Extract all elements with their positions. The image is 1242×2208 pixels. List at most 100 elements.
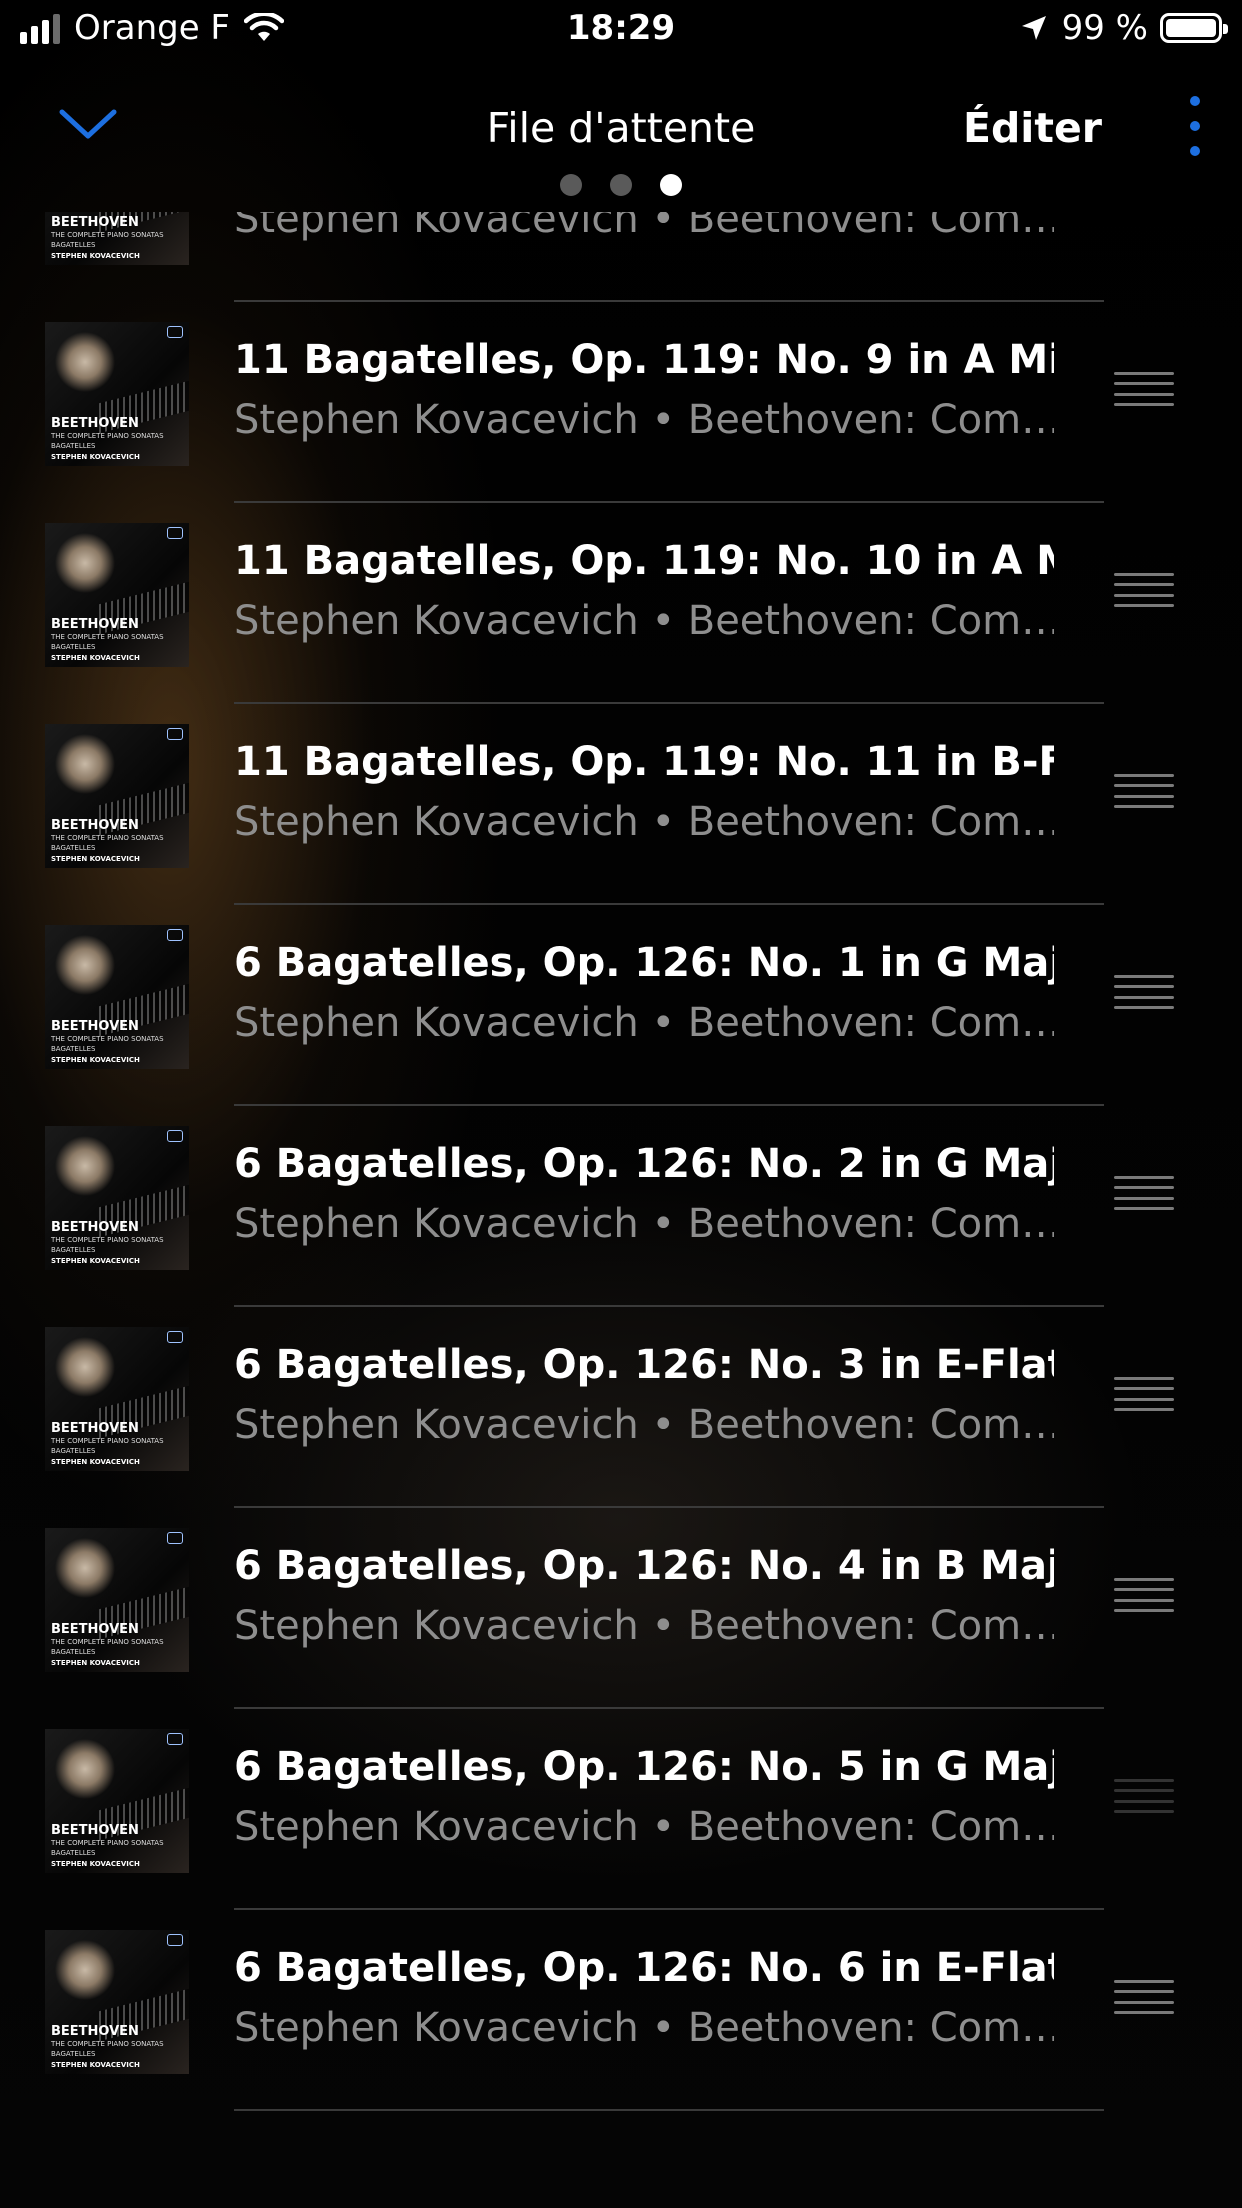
cover-subtitle-2: BAGATELLES	[51, 1849, 96, 1857]
cover-composer: BEETHOVEN	[51, 818, 139, 833]
album-cover: BEETHOVEN THE COMPLETE PIANO SONATAS BAG…	[45, 1729, 189, 1873]
queue-item[interactable]: BEETHOVEN THE COMPLETE PIANO SONATAS BAG…	[0, 1909, 1242, 2111]
queue-item[interactable]: BEETHOVEN THE COMPLETE PIANO SONATAS BAG…	[0, 1507, 1242, 1709]
queue-item[interactable]: BEETHOVEN THE COMPLETE PIANO SONATAS BAG…	[0, 904, 1242, 1106]
label-logo-icon	[167, 728, 183, 740]
cover-artist: STEPHEN KOVACEVICH	[51, 252, 140, 260]
cover-composer: BEETHOVEN	[51, 1421, 139, 1436]
drag-handle-icon[interactable]	[1114, 1980, 1174, 2014]
queue-item[interactable]: BEETHOVEN THE COMPLETE PIANO SONATAS BAG…	[0, 1708, 1242, 1910]
drag-handle-icon[interactable]	[1114, 1578, 1174, 1612]
track-subtitle: Stephen Kovacevich • Beethoven: Com…	[234, 1804, 1054, 1850]
track-subtitle: Stephen Kovacevich • Beethoven: Com…	[234, 799, 1054, 845]
track-title: 6 Bagatelles, Op. 126: No. 2 in G Major…	[234, 1141, 1054, 1187]
cover-artist: STEPHEN KOVACEVICH	[51, 654, 140, 662]
cover-subtitle: THE COMPLETE PIANO SONATAS	[51, 633, 164, 641]
album-cover: BEETHOVEN THE COMPLETE PIANO SONATAS BAG…	[45, 925, 189, 1069]
cover-subtitle-2: BAGATELLES	[51, 1447, 96, 1455]
cover-artist: STEPHEN KOVACEVICH	[51, 1458, 140, 1466]
navigation-bar: File d'attente Éditer	[0, 64, 1242, 214]
track-subtitle: Stephen Kovacevich • Beethoven: Com…	[234, 1000, 1054, 1046]
drag-handle-icon[interactable]	[1114, 1377, 1174, 1411]
cover-subtitle-2: BAGATELLES	[51, 1045, 96, 1053]
cover-subtitle: THE COMPLETE PIANO SONATAS	[51, 1839, 164, 1847]
track-subtitle: Stephen Kovacevich • Beethoven: Com…	[234, 212, 1054, 242]
queue-item[interactable]: BEETHOVEN THE COMPLETE PIANO SONATAS BAG…	[0, 1306, 1242, 1508]
cover-artist: STEPHEN KOVACEVICH	[51, 1257, 140, 1265]
more-options-icon[interactable]	[1178, 96, 1212, 156]
track-title: 11 Bagatelles, Op. 119: No. 11 in B-Fla…	[234, 739, 1054, 785]
track-subtitle: Stephen Kovacevich • Beethoven: Com…	[234, 1603, 1054, 1649]
track-subtitle: Stephen Kovacevich • Beethoven: Com…	[234, 2005, 1054, 2051]
page-dot[interactable]	[560, 174, 582, 196]
label-logo-icon	[167, 1934, 183, 1946]
drag-handle-icon[interactable]	[1114, 372, 1174, 406]
cover-subtitle-2: BAGATELLES	[51, 1648, 96, 1656]
album-cover: BEETHOVEN THE COMPLETE PIANO SONATAS BAG…	[45, 1528, 189, 1672]
queue-item[interactable]: BEETHOVEN THE COMPLETE PIANO SONATAS BAG…	[0, 1105, 1242, 1307]
page-indicator[interactable]	[0, 174, 1242, 196]
drag-handle-icon[interactable]	[1114, 1176, 1174, 1210]
battery-icon	[1160, 13, 1228, 43]
cover-composer: BEETHOVEN	[51, 215, 139, 230]
label-logo-icon	[167, 527, 183, 539]
queue-item[interactable]: BEETHOVEN THE COMPLETE PIANO SONATAS BAG…	[0, 212, 1242, 302]
label-logo-icon	[167, 1331, 183, 1343]
cover-artist: STEPHEN KOVACEVICH	[51, 1659, 140, 1667]
cover-subtitle: THE COMPLETE PIANO SONATAS	[51, 2040, 164, 2048]
track-subtitle: Stephen Kovacevich • Beethoven: Com…	[234, 598, 1054, 644]
cover-subtitle-2: BAGATELLES	[51, 241, 96, 249]
drag-handle-icon[interactable]	[1114, 573, 1174, 607]
track-subtitle: Stephen Kovacevich • Beethoven: Com…	[234, 1402, 1054, 1448]
cover-artist: STEPHEN KOVACEVICH	[51, 2061, 140, 2069]
cover-composer: BEETHOVEN	[51, 617, 139, 632]
album-cover: BEETHOVEN THE COMPLETE PIANO SONATAS BAG…	[45, 523, 189, 667]
page-dot-active[interactable]	[660, 174, 682, 196]
queue-item[interactable]: BEETHOVEN THE COMPLETE PIANO SONATAS BAG…	[0, 502, 1242, 704]
cover-artist: STEPHEN KOVACEVICH	[51, 1860, 140, 1868]
drag-handle-icon[interactable]	[1114, 1779, 1174, 1813]
drag-handle-icon[interactable]	[1114, 975, 1174, 1009]
track-subtitle: Stephen Kovacevich • Beethoven: Com…	[234, 397, 1054, 443]
cover-subtitle-2: BAGATELLES	[51, 442, 96, 450]
battery-percentage: 99 %	[1061, 8, 1148, 48]
album-cover: BEETHOVEN THE COMPLETE PIANO SONATAS BAG…	[45, 724, 189, 868]
track-subtitle: Stephen Kovacevich • Beethoven: Com…	[234, 1201, 1054, 1247]
track-title: 6 Bagatelles, Op. 126: No. 1 in G Major…	[234, 940, 1054, 986]
track-title: 11 Bagatelles, Op. 119: No. 10 in A Maj…	[234, 538, 1054, 584]
cover-subtitle: THE COMPLETE PIANO SONATAS	[51, 834, 164, 842]
drag-handle-icon[interactable]	[1114, 774, 1174, 808]
queue-item[interactable]: BEETHOVEN THE COMPLETE PIANO SONATAS BAG…	[0, 301, 1242, 503]
album-cover: BEETHOVEN THE COMPLETE PIANO SONATAS BAG…	[45, 1930, 189, 2074]
cover-composer: BEETHOVEN	[51, 1220, 139, 1235]
cover-subtitle: THE COMPLETE PIANO SONATAS	[51, 1638, 164, 1646]
cover-artist: STEPHEN KOVACEVICH	[51, 453, 140, 461]
cover-subtitle: THE COMPLETE PIANO SONATAS	[51, 1035, 164, 1043]
screen: Orange F 18:29 99 % File d'attente Édite…	[0, 0, 1242, 2208]
row-divider	[234, 2109, 1104, 2111]
cover-subtitle-2: BAGATELLES	[51, 2050, 96, 2058]
track-title: 6 Bagatelles, Op. 126: No. 4 in B Major,…	[234, 1543, 1054, 1589]
track-title: 11 Bagatelles, Op. 119: No. 9 in A Mino…	[234, 337, 1054, 383]
cover-subtitle: THE COMPLETE PIANO SONATAS	[51, 432, 164, 440]
album-cover: BEETHOVEN THE COMPLETE PIANO SONATAS BAG…	[45, 1327, 189, 1471]
cover-subtitle: THE COMPLETE PIANO SONATAS	[51, 1437, 164, 1445]
cover-artist: STEPHEN KOVACEVICH	[51, 855, 140, 863]
cover-subtitle-2: BAGATELLES	[51, 1246, 96, 1254]
album-cover: BEETHOVEN THE COMPLETE PIANO SONATAS BAG…	[45, 1126, 189, 1270]
queue-item[interactable]: BEETHOVEN THE COMPLETE PIANO SONATAS BAG…	[0, 703, 1242, 905]
label-logo-icon	[167, 1532, 183, 1544]
label-logo-icon	[167, 326, 183, 338]
cover-composer: BEETHOVEN	[51, 1019, 139, 1034]
page-dot[interactable]	[610, 174, 632, 196]
cover-composer: BEETHOVEN	[51, 1622, 139, 1637]
label-logo-icon	[167, 929, 183, 941]
track-title: 6 Bagatelles, Op. 126: No. 3 in E-Flat…	[234, 1342, 1054, 1388]
status-bar: Orange F 18:29 99 %	[0, 0, 1242, 64]
cover-subtitle: THE COMPLETE PIANO SONATAS	[51, 1236, 164, 1244]
cover-composer: BEETHOVEN	[51, 2024, 139, 2039]
label-logo-icon	[167, 1130, 183, 1142]
album-cover: BEETHOVEN THE COMPLETE PIANO SONATAS BAG…	[45, 212, 189, 265]
edit-button[interactable]: Éditer	[963, 104, 1102, 152]
queue-list[interactable]: BEETHOVEN THE COMPLETE PIANO SONATAS BAG…	[0, 212, 1242, 2208]
